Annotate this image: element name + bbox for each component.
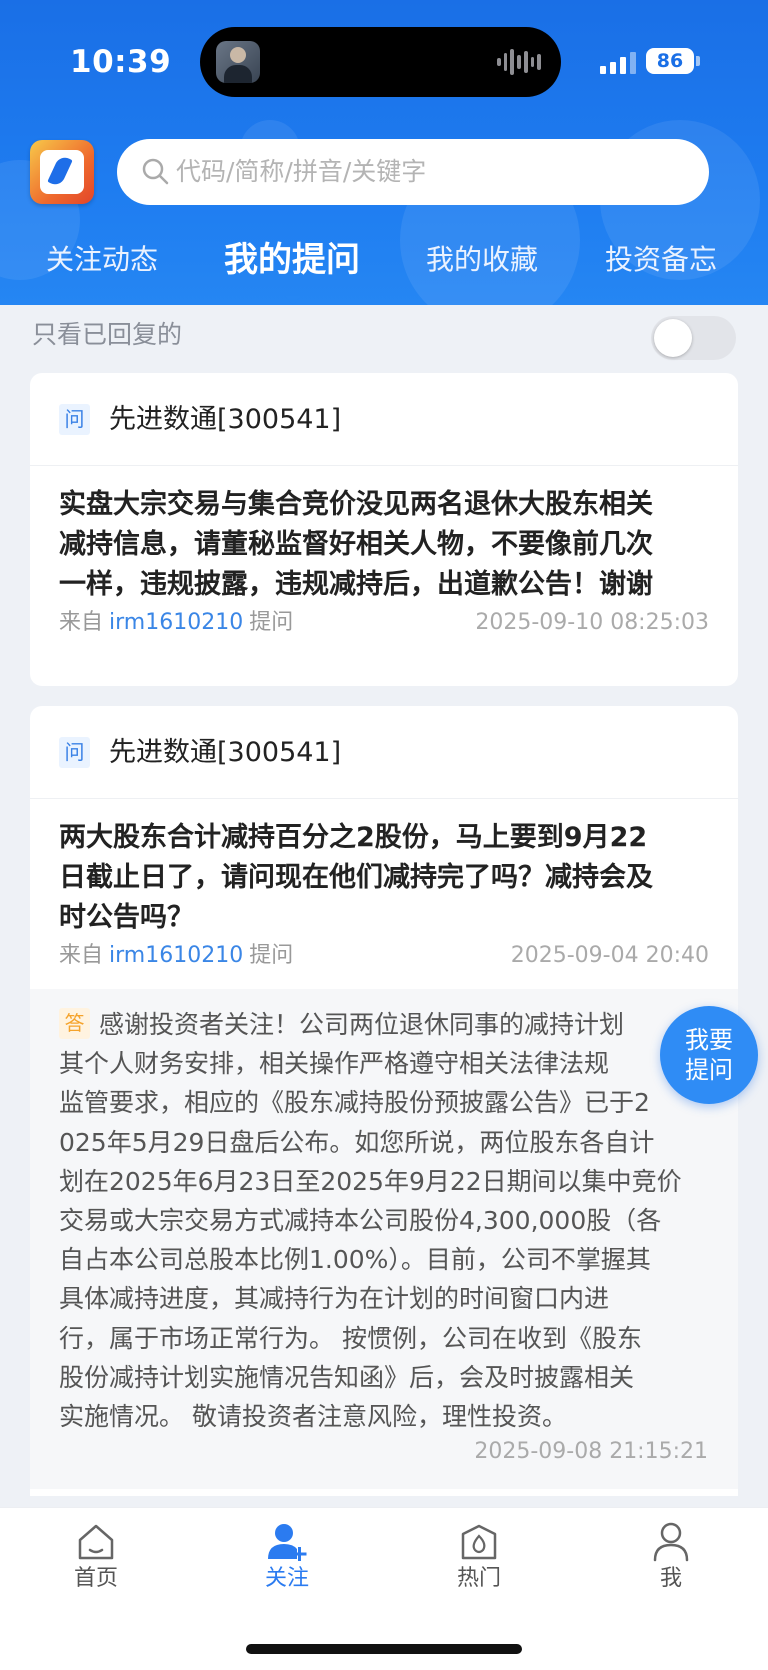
tab-my-favorites[interactable]: 我的收藏 (426, 230, 538, 290)
answer-line: 实施情况。 敬请投资者注意风险，理性投资。 (59, 1402, 567, 1432)
signal-icon (600, 50, 638, 74)
nav-home[interactable]: 首页 (36, 1520, 156, 1594)
tab-my-questions[interactable]: 我的提问 (224, 230, 360, 290)
question-meta: 来自 irm1610210 提问 2025-09-04 20:40 (59, 941, 709, 971)
app-header: 10:39 86 代码/简称/拼音/关键字 关注动态 我的提问 我的收藏 投资备… (0, 0, 768, 305)
answer-line: 行，属于市场正常行为。 按惯例，公司在收到《股东 (59, 1323, 642, 1353)
action-label: 提问 (249, 610, 294, 635)
nav-follow[interactable]: 关注 (227, 1520, 347, 1594)
replied-only-toggle[interactable] (651, 316, 736, 360)
tab-investment-memo[interactable]: 投资备忘 (605, 230, 717, 290)
follow-icon (268, 1524, 307, 1561)
battery-icon: 86 (646, 48, 694, 74)
answer-line: 交易或大宗交易方式减持本公司股份4,300,000股（各 (59, 1206, 662, 1236)
question-tag: 问 (59, 404, 90, 435)
tab-bar: 关注动态 我的提问 我的收藏 投资备忘 (0, 230, 768, 290)
status-time: 10:39 (70, 44, 172, 80)
question-line: 时公告吗？ (59, 902, 194, 933)
from-label: 来自 (59, 943, 104, 968)
toggle-knob (654, 319, 692, 357)
answer-line: 具体减持进度，其减持行为在计划的时间窗口内进 (59, 1284, 610, 1314)
home-indicator[interactable] (246, 1644, 522, 1654)
search-input[interactable]: 代码/简称/拼音/关键字 (117, 139, 709, 205)
answer-time: 2025-09-08 21:15:21 (474, 1439, 708, 1464)
dynamic-island (200, 27, 561, 97)
ask-button-line: 提问 (685, 1056, 733, 1084)
answer-line: 自占本公司总股本比例1.00%）。目前，公司不掌握其 (59, 1245, 651, 1275)
question-card[interactable]: 问 先进数通[300541] 实盘大宗交易与集合竞价没见两名退休大股东相关 减持… (30, 373, 738, 686)
filter-row: 只看已回复的 (0, 305, 768, 365)
audio-wave-icon (497, 47, 542, 77)
nav-label: 我 (659, 1566, 682, 1591)
question-card[interactable]: 问 先进数通[300541] 两大股东合计减持百分之2股份，马上要到9月22 日… (30, 706, 738, 1496)
ask-button-line: 我要 (685, 1026, 733, 1054)
question-line: 一样，违规披露，违规减持后，出道歉公告！谢谢 (59, 569, 653, 600)
now-playing-avatar (216, 41, 260, 83)
question-line: 实盘大宗交易与集合竞价没见两名退休大股东相关 (59, 489, 653, 520)
question-meta: 来自 irm1610210 提问 2025-09-10 08:25:03 (59, 608, 709, 638)
question-line: 两大股东合计减持百分之2股份，马上要到9月22 (59, 822, 648, 853)
search-placeholder: 代码/简称/拼音/关键字 (176, 157, 427, 186)
tab-following-feed[interactable]: 关注动态 (46, 230, 158, 290)
battery-tip (696, 56, 700, 66)
filter-label: 只看已回复的 (32, 320, 183, 349)
question-tag: 问 (59, 737, 90, 768)
answer-block: 答感谢投资者关注！公司两位退休同事的减持计划 其个人财务安排，相关操作严格遵守相… (30, 989, 738, 1489)
answer-tag: 答 (59, 1008, 90, 1039)
search-icon (142, 158, 169, 185)
question-text: 实盘大宗交易与集合竞价没见两名退休大股东相关 减持信息，请董秘监督好相关人物，不… (59, 485, 709, 605)
answer-line: 025年5月29日盘后公布。如您所说，两位股东各自计 (59, 1127, 655, 1157)
profile-icon (653, 1522, 689, 1562)
company-name[interactable]: 先进数通[300541] (109, 373, 341, 466)
answer-line: 其个人财务安排，相关操作严格遵守相关法律法规 (59, 1049, 610, 1079)
answer-text: 答感谢投资者关注！公司两位退休同事的减持计划 其个人财务安排，相关操作严格遵守相… (59, 1005, 711, 1436)
home-icon (78, 1524, 114, 1560)
ask-question-button[interactable]: 我要 提问 (660, 1006, 758, 1104)
user-link[interactable]: irm1610210 (109, 610, 243, 635)
question-line: 日截止日了，请问现在他们减持完了吗？减持会及 (59, 862, 653, 893)
nav-label: 热门 (456, 1566, 501, 1591)
question-time: 2025-09-04 20:40 (510, 943, 709, 968)
nav-label: 关注 (264, 1566, 309, 1591)
question-line: 减持信息，请董秘监督好相关人物，不要像前几次 (59, 529, 653, 560)
hot-icon (461, 1524, 497, 1560)
card-header: 问 先进数通[300541] (30, 706, 738, 799)
answer-line: 划在2025年6月23日至2025年9月22日期间以集中竞价 (59, 1166, 682, 1196)
question-time: 2025-09-10 08:25:03 (475, 610, 709, 635)
card-header: 问 先进数通[300541] (30, 373, 738, 466)
from-label: 来自 (59, 610, 104, 635)
nav-profile[interactable]: 我 (611, 1520, 731, 1594)
answer-line: 答感谢投资者关注！公司两位退休同事的减持计划 (59, 1005, 711, 1044)
action-label: 提问 (249, 943, 294, 968)
app-logo[interactable] (30, 140, 94, 204)
nav-hot[interactable]: 热门 (419, 1520, 539, 1594)
user-link[interactable]: irm1610210 (109, 943, 243, 968)
answer-line: 监管要求，相应的《股东减持股份预披露公告》已于2 (59, 1088, 650, 1118)
active-tab-indicator (285, 296, 301, 305)
answer-line: 股份减持计划实施情况告知函》后，会及时披露相关 (59, 1362, 635, 1392)
nav-label: 首页 (73, 1566, 118, 1591)
company-name[interactable]: 先进数通[300541] (109, 706, 341, 799)
question-text: 两大股东合计减持百分之2股份，马上要到9月22 日截止日了，请问现在他们减持完了… (59, 818, 709, 938)
